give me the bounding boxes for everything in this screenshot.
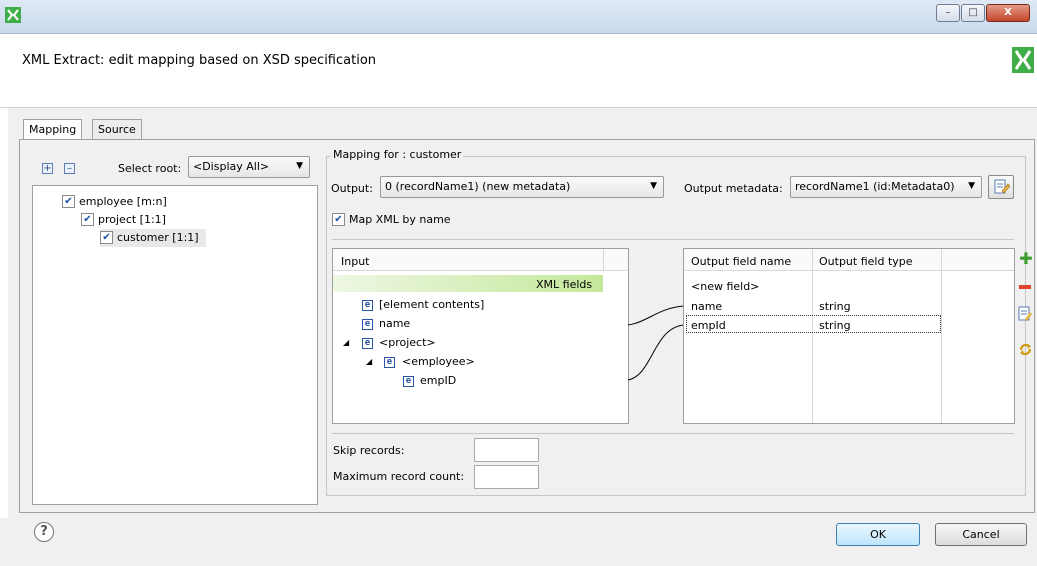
output-field-name[interactable]: <new field> [691,280,759,293]
edit-metadata-button[interactable] [988,175,1014,199]
column-separator [603,249,604,271]
expander-icon[interactable]: ◢ [343,338,349,347]
close-button[interactable]: X [986,4,1030,22]
tree-item[interactable]: ✔ customer [1:1] [100,229,206,247]
column-separator [941,249,942,423]
ok-button[interactable]: OK [836,523,920,546]
input-field-item[interactable]: <employee> [402,355,475,368]
dialog-title: XML Extract: edit mapping based on XSD s… [22,53,377,68]
input-field-item[interactable]: <project> [379,336,436,349]
output-field-name-header: Output field name [691,255,792,268]
mapping-group-label: Mapping for : customer [331,148,464,161]
tree-item-label: project [1:1] [98,213,166,226]
output-field-type-header: Output field type [819,255,913,268]
mapping-line [628,305,684,326]
output-field-type[interactable]: string [819,300,851,313]
output-field-name[interactable]: empId [691,319,726,332]
input-table: Input XML fields e [element contents] e … [332,248,629,424]
minimize-button[interactable]: – [936,4,960,22]
minus-icon[interactable] [1019,285,1031,289]
chevron-down-icon: ▼ [296,161,303,171]
tree-item-checkbox[interactable]: ✔ [62,195,75,208]
window-titlebar [0,0,1037,34]
cancel-button[interactable]: Cancel [935,523,1027,546]
tree-item-label: customer [1:1] [117,231,199,244]
tree-item[interactable]: ✔ employee [m:n] [62,193,312,211]
collapse-all-icon[interactable]: – [64,163,75,174]
output-metadata-dropdown[interactable]: recordName1 (id:Metadata0) ▼ [790,176,982,198]
expand-all-icon[interactable]: + [42,163,53,174]
tree-item-checkbox[interactable]: ✔ [100,231,113,244]
chevron-down-icon: ▼ [968,181,975,191]
chevron-down-icon: ▼ [650,181,657,191]
logo-icon [1012,47,1034,73]
app-icon [5,7,21,23]
refresh-icon[interactable] [1018,342,1033,357]
output-metadata-label: Output metadata: [684,182,783,195]
output-metadata-value: recordName1 (id:Metadata0) [795,180,955,193]
select-root-label: Select root: [118,162,182,175]
output-dropdown[interactable]: 0 (recordName1) (new metadata) ▼ [380,176,664,198]
input-column-header: Input [341,255,370,268]
column-separator [812,249,813,423]
output-label: Output: [331,182,373,195]
max-record-label: Maximum record count: [333,470,465,483]
max-record-input[interactable] [474,465,539,489]
output-field-name[interactable]: name [691,300,722,313]
element-icon: e [362,319,373,330]
input-field-item[interactable]: [element contents] [379,298,484,311]
edit-metadata-icon [994,179,1011,194]
plus-icon[interactable]: ✚ [1019,251,1033,267]
edit-icon[interactable] [1018,306,1032,322]
select-root-dropdown[interactable]: <Display All> ▼ [188,156,310,178]
output-value: 0 (recordName1) (new metadata) [385,180,571,193]
xml-fields-label: XML fields [536,278,593,291]
mapping-connectors [628,305,684,381]
map-by-name-label: Map XML by name [349,213,451,226]
tab-source[interactable]: Source [92,119,142,139]
tab-mapping[interactable]: Mapping [23,119,83,140]
dialog-header [0,34,1037,108]
help-icon[interactable]: ? [34,522,54,542]
select-root-value: <Display All> [193,160,270,173]
expander-icon[interactable]: ◢ [366,357,372,366]
tree-item-label: employee [m:n] [79,195,167,208]
separator [332,433,1014,434]
tree-item[interactable]: ✔ project [1:1] [81,211,311,229]
element-icon: e [362,300,373,311]
input-table-header [333,249,628,271]
skip-records-input[interactable] [474,438,539,462]
maximize-button[interactable]: □ [961,4,985,22]
input-field-item[interactable]: empID [420,374,456,387]
element-icon: e [384,357,395,368]
separator [332,239,1014,240]
mapping-line [628,324,684,381]
output-table: Output field name Output field type <new… [683,248,1015,424]
map-by-name-checkbox[interactable]: ✔ [332,213,345,226]
element-icon: e [403,376,414,387]
output-field-type[interactable]: string [819,319,851,332]
tree-item-checkbox[interactable]: ✔ [81,213,94,226]
element-icon: e [362,338,373,349]
input-field-item[interactable]: name [379,317,410,330]
skip-records-label: Skip records: [333,444,405,457]
